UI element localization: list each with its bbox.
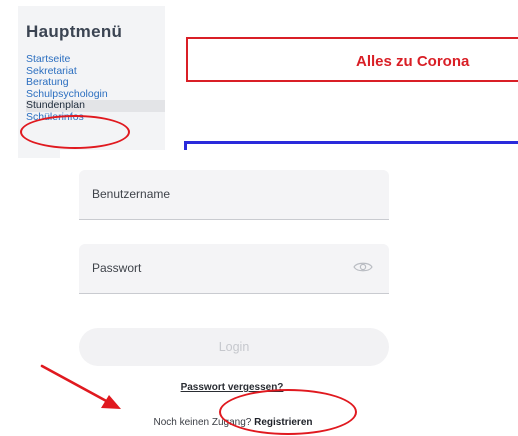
register-prompt: Noch keinen Zugang? Registrieren [60,417,406,428]
menu-item-schuelerinfos[interactable]: Schülerinfos [26,111,165,124]
menu-item-startseite[interactable]: Startseite [26,53,165,66]
username-label: Benutzername [92,187,171,201]
no-account-text: Noch keinen Zugang? [153,417,252,428]
main-menu-sidebar: Hauptmenü Startseite Sekretariat Beratun… [18,6,165,158]
corona-banner[interactable]: Alles zu Corona [186,37,518,82]
forgot-password-link[interactable]: Passwort vergessen? [60,382,404,393]
register-link[interactable]: Registrieren [254,417,312,428]
login-button[interactable]: Login [79,328,389,366]
password-label: Passwort [92,261,142,275]
login-form: Benutzername Passwort Login Passwort ver… [60,150,400,436]
show-password-eye-icon[interactable] [353,260,373,274]
main-menu-title: Hauptmenü [26,22,123,41]
main-menu-list: Startseite Sekretariat Beratung Schulpsy… [26,53,165,124]
corona-banner-text: Alles zu Corona [356,53,470,70]
username-field[interactable]: Benutzername [79,170,389,220]
password-field[interactable]: Passwort [79,244,389,294]
